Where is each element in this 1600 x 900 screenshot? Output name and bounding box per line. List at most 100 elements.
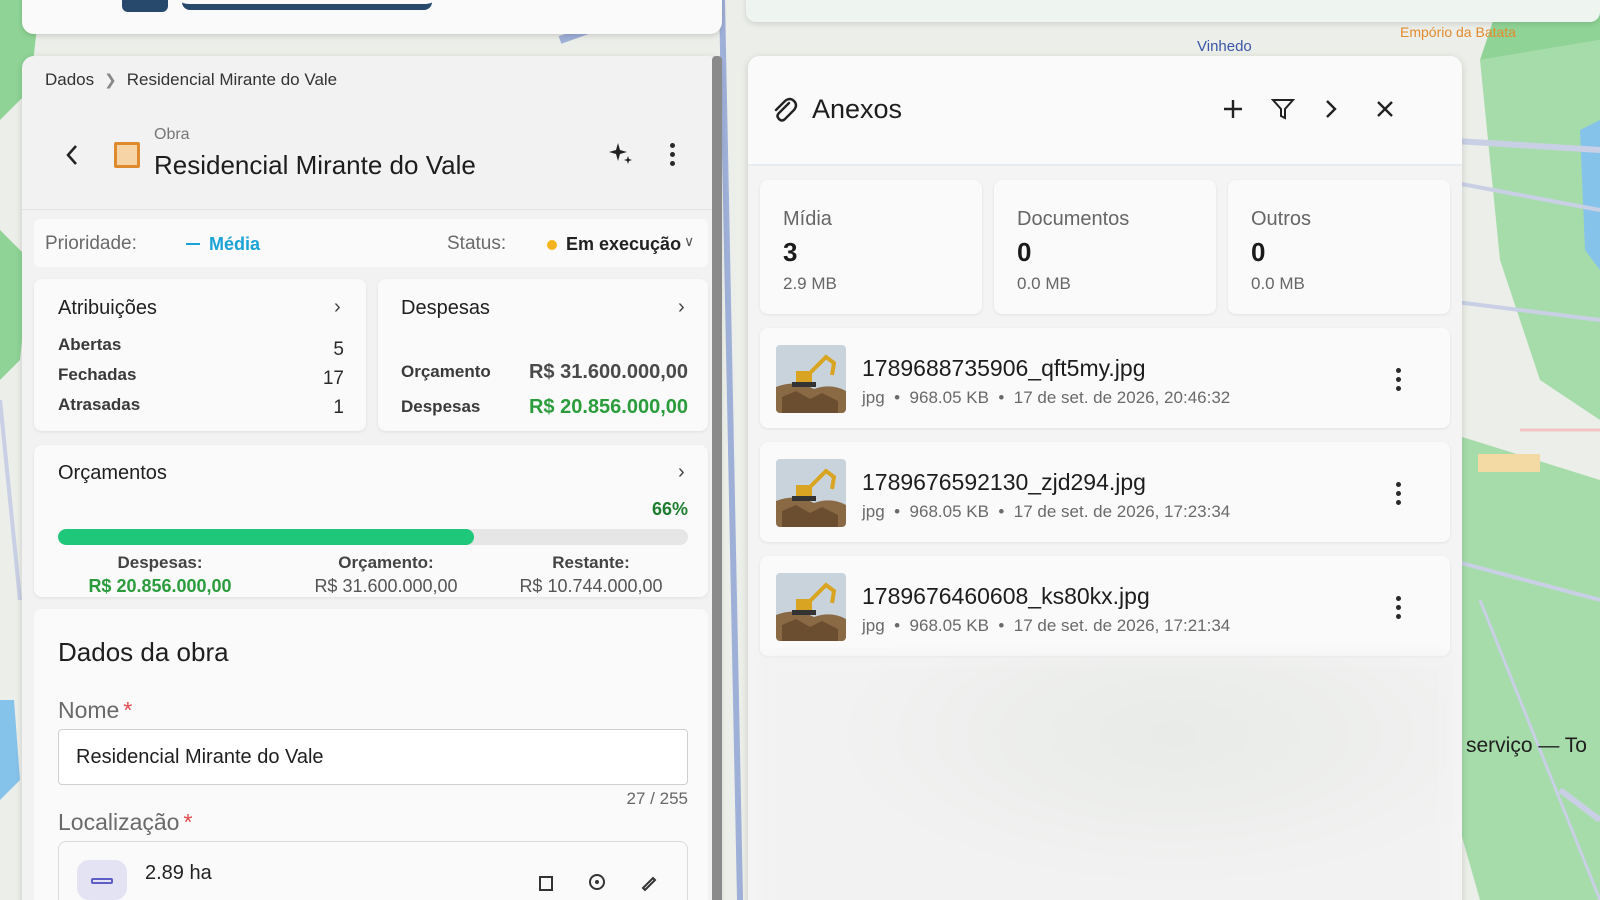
attachment-menu-button[interactable] xyxy=(1388,478,1408,508)
localizacao-label-text: Localização xyxy=(58,809,180,835)
app-logo-icon xyxy=(122,0,168,12)
polygon-area-icon xyxy=(77,860,127,900)
plus-icon xyxy=(1224,100,1242,118)
kebab-dot-icon xyxy=(1395,376,1401,382)
required-asterisk: * xyxy=(123,697,133,723)
priority-dash-icon xyxy=(186,243,200,245)
orcamentos-card[interactable]: Orçamentos › 66% Despesas: R$ 20.856.000… xyxy=(34,445,708,597)
obra-detail-panel: Dados ❯ Residencial Mirante do Vale Obra… xyxy=(22,56,720,900)
atribuicoes-abertas-label: Abertas xyxy=(58,335,122,354)
kebab-dot-icon xyxy=(1395,613,1401,619)
chevron-right-icon[interactable]: › xyxy=(678,461,685,484)
kebab-dot-icon xyxy=(1395,481,1401,487)
chevron-right-icon[interactable]: › xyxy=(334,296,341,319)
app-logo-wordmark xyxy=(182,0,432,10)
edit-pencil-icon[interactable] xyxy=(639,872,659,892)
map-label-emporio: Empório da Batata xyxy=(1400,24,1516,40)
attachment-meta: jpg • 968.05 KB • 17 de set. de 2026, 17… xyxy=(862,502,1231,521)
excavator-thumbnail xyxy=(776,573,846,641)
chevron-right-icon: ❯ xyxy=(104,72,117,89)
breadcrumb-root[interactable]: Dados xyxy=(45,70,94,90)
left-panel-scrollbar[interactable] xyxy=(712,56,722,900)
orcamentos-title: Orçamentos xyxy=(58,462,167,484)
atribuicoes-atrasadas-count: 1 xyxy=(333,397,344,418)
breadcrumb-current: Residencial Mirante do Vale xyxy=(126,70,338,89)
dados-obra-form: Dados da obra Nome* 27 / 255 Localização… xyxy=(34,609,708,900)
page-title: Residencial Mirante do Vale xyxy=(154,150,476,180)
despesas-despesas-value: R$ 20.856.000,00 xyxy=(528,396,688,418)
budget-progress-fill xyxy=(58,529,474,545)
ai-sparkle-button[interactable] xyxy=(606,139,636,169)
excavator-thumbnail xyxy=(776,459,846,527)
attachment-row[interactable]: 1789676460608_ks80kx.jpg jpg • 968.05 KB… xyxy=(760,556,1450,656)
despesas-title: Despesas xyxy=(401,297,490,319)
filter-icon xyxy=(1271,99,1295,120)
copy-icon[interactable] xyxy=(537,872,557,892)
back-button[interactable] xyxy=(60,140,84,170)
nome-label-text: Nome xyxy=(58,697,120,723)
obra-square-icon xyxy=(114,142,140,168)
kebab-dot-icon xyxy=(1395,367,1401,373)
attachment-menu-button[interactable] xyxy=(1388,364,1408,394)
obra-header: Obra Residencial Mirante do Vale xyxy=(22,106,720,210)
close-panel-button[interactable] xyxy=(1370,94,1400,124)
stat-size: 0.0 MB xyxy=(1017,274,1071,293)
stat-card-documentos[interactable]: Documentos 0 0.0 MB xyxy=(994,180,1216,314)
status-dot-icon xyxy=(547,240,557,250)
orcamentos-orcamento-label: Orçamento: xyxy=(338,553,434,572)
nome-input[interactable] xyxy=(58,729,688,785)
orcamentos-despesas-value: R$ 20.856.000,00 xyxy=(88,576,232,596)
despesas-orcamento-value: R$ 31.600.000,00 xyxy=(528,361,688,383)
orcamentos-despesas: Despesas: R$ 20.856.000,00 xyxy=(50,553,270,597)
kebab-dot-icon xyxy=(1395,490,1401,496)
expand-panel-button[interactable] xyxy=(1316,94,1346,124)
chevron-right-icon[interactable]: › xyxy=(678,296,685,319)
app-header xyxy=(22,0,722,34)
orcamentos-restante-value: R$ 10.744.000,00 xyxy=(519,576,663,596)
priority-value[interactable]: Média xyxy=(209,234,260,255)
despesas-orcamento-label: Orçamento xyxy=(401,362,491,381)
priority-label: Prioridade: xyxy=(45,233,137,254)
kebab-dot-icon xyxy=(1395,604,1401,610)
despesas-despesas-label: Despesas xyxy=(401,397,481,416)
map-label-servico: serviço — To xyxy=(1466,734,1587,757)
kebab-dot-icon xyxy=(669,160,675,166)
blurred-empty-area xyxy=(760,656,1450,900)
status-dropdown[interactable]: Em execução xyxy=(566,234,681,255)
more-options-button[interactable] xyxy=(662,139,682,169)
orcamentos-despesas-label: Despesas: xyxy=(117,553,203,572)
kebab-dot-icon xyxy=(669,142,675,148)
chevron-down-icon[interactable]: ∨ xyxy=(684,233,694,250)
target-location-icon[interactable] xyxy=(587,872,607,892)
atribuicoes-abertas-count: 5 xyxy=(333,339,344,360)
excavator-thumbnail xyxy=(776,345,846,413)
attachment-meta: jpg • 968.05 KB • 17 de set. de 2026, 20… xyxy=(862,388,1231,407)
add-attachment-button[interactable] xyxy=(1218,94,1248,124)
stat-card-midia[interactable]: Mídia 3 2.9 MB xyxy=(760,180,982,314)
filter-button[interactable] xyxy=(1268,94,1298,124)
chevron-left-icon xyxy=(66,145,77,165)
kebab-dot-icon xyxy=(1395,499,1401,505)
localizacao-field[interactable]: 2.89 ha xyxy=(58,841,688,900)
stat-size: 0.0 MB xyxy=(1251,274,1305,293)
nome-field-label: Nome * xyxy=(58,697,132,724)
paperclip-icon xyxy=(774,97,798,122)
orcamentos-restante: Restante: R$ 10.744.000,00 xyxy=(481,553,701,597)
attachment-row[interactable]: 1789676592130_zjd294.jpg jpg • 968.05 KB… xyxy=(760,442,1450,542)
obra-type-label: Obra xyxy=(154,126,190,143)
map-label-vinhedo: Vinhedo xyxy=(1197,38,1252,55)
attachment-menu-button[interactable] xyxy=(1388,592,1408,622)
breadcrumb: Dados ❯ Residencial Mirante do Vale xyxy=(45,70,337,90)
atribuicoes-card[interactable]: Atribuições › Abertas 5 Fechadas 17 Atra… xyxy=(34,279,366,431)
dados-obra-title: Dados da obra xyxy=(58,637,229,667)
attachment-row[interactable]: 1789688735906_qft5my.jpg jpg • 968.05 KB… xyxy=(760,328,1450,428)
stat-card-outros[interactable]: Outros 0 0.0 MB xyxy=(1228,180,1450,314)
stat-count: 0 xyxy=(1251,237,1266,267)
map-search-bar[interactable] xyxy=(746,0,1600,22)
despesas-card[interactable]: Despesas › Orçamento R$ 31.600.000,00 De… xyxy=(378,279,708,431)
stat-count: 3 xyxy=(783,237,798,267)
stat-label: Mídia xyxy=(783,208,832,230)
kebab-dot-icon xyxy=(1395,385,1401,391)
area-value: 2.89 ha xyxy=(145,862,212,884)
stat-count: 0 xyxy=(1017,237,1032,267)
